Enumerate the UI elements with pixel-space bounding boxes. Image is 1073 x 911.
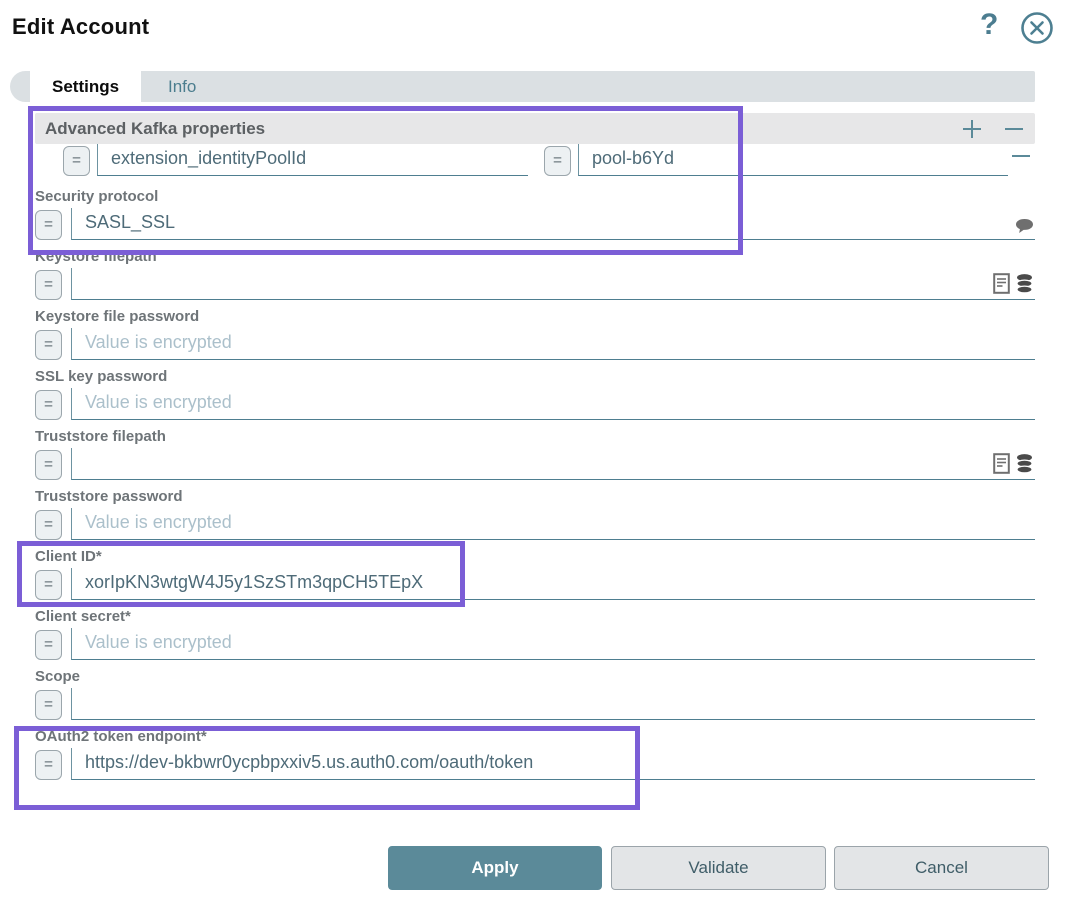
truststore-filepath-input[interactable] [71,448,1035,480]
expression-toggle-button[interactable]: = [35,690,62,720]
field-ssl-key-password: SSL key password = [35,368,1035,420]
comment-icon[interactable] [1015,218,1034,234]
field-label: Keystore filepath [35,248,157,265]
field-label: Client secret* [35,608,131,625]
tab-bar: Settings Info [10,71,1035,102]
expression-toggle-button[interactable]: = [35,750,62,780]
field-label: Client ID* [35,548,102,565]
remove-property-button[interactable] [1010,145,1032,167]
expression-toggle-button[interactable]: = [35,330,62,360]
field-truststore-filepath: Truststore filepath = [35,428,1035,480]
close-icon [1021,12,1053,44]
field-oauth2-token-endpoint: OAuth2 token endpoint* = [35,728,1035,780]
tab-info-label: Info [168,76,197,96]
tab-settings-label: Settings [52,76,120,96]
field-label: SSL key password [35,368,168,385]
field-truststore-password: Truststore password = [35,488,1035,540]
expression-toggle-button[interactable]: = [35,450,62,480]
expression-toggle-button[interactable]: = [35,210,62,240]
client-secret-input[interactable] [71,628,1035,660]
expression-toggle-key-button[interactable]: = [63,146,90,176]
validate-button[interactable]: Validate [611,846,826,890]
tab-info[interactable]: Info [146,71,218,102]
plus-icon [963,119,981,138]
field-label: Scope [35,668,81,685]
database-icon[interactable] [1015,273,1034,294]
keystore-filepath-input[interactable] [71,268,1035,300]
field-client-secret: Client secret* = [35,608,1035,660]
property-value-input[interactable] [578,144,1008,176]
section-title: Advanced Kafka properties [45,118,266,138]
security-protocol-input[interactable] [71,208,1035,240]
collapse-section-button[interactable] [1003,118,1025,140]
field-keystore-file-password: Keystore file password = [35,308,1035,360]
field-label: Truststore filepath [35,428,166,445]
truststore-password-input[interactable] [71,508,1035,540]
minus-icon [1005,127,1023,130]
oauth2-token-endpoint-input[interactable] [71,748,1035,780]
expression-toggle-value-button[interactable]: = [544,146,571,176]
property-key-input[interactable] [97,144,528,176]
cancel-button[interactable]: Cancel [834,846,1049,890]
database-icon[interactable] [1015,453,1034,474]
file-icon[interactable] [993,453,1010,474]
minus-icon [1012,155,1030,157]
scope-input[interactable] [71,688,1035,720]
field-label: Security protocol [35,188,159,205]
expression-toggle-button[interactable]: = [35,510,62,540]
ssl-key-password-input[interactable] [71,388,1035,420]
section-header-advanced-kafka: Advanced Kafka properties [35,113,1035,144]
file-icon[interactable] [993,273,1010,294]
expression-toggle-button[interactable]: = [35,270,62,300]
field-client-id: Client ID* = [35,548,1035,600]
expression-toggle-button[interactable]: = [35,630,62,660]
expression-toggle-button[interactable]: = [35,570,62,600]
field-label: OAuth2 token endpoint* [35,728,207,745]
field-keystore-filepath: Keystore filepath = [35,248,1035,300]
client-id-input[interactable] [71,568,1035,600]
field-label: Keystore file password [35,308,200,325]
page-title: Edit Account [12,14,150,39]
tab-settings[interactable]: Settings [30,71,142,102]
apply-button[interactable]: Apply [388,846,602,890]
field-label: Truststore password [35,488,183,505]
expression-toggle-button[interactable]: = [35,390,62,420]
field-scope: Scope = [35,668,1035,720]
add-property-button[interactable] [961,118,983,140]
close-button[interactable] [1019,11,1055,47]
keystore-file-password-input[interactable] [71,328,1035,360]
field-security-protocol: Security protocol = [35,188,1035,240]
help-icon[interactable]: ? [980,8,998,42]
